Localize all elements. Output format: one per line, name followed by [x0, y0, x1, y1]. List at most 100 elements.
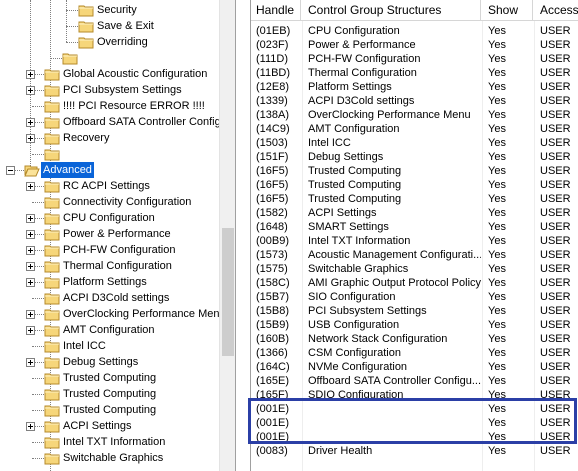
collapse-icon[interactable]	[6, 166, 15, 175]
tree-item[interactable]: AMT Configuration	[0, 322, 219, 338]
tree-item[interactable]: Intel ICC	[0, 338, 219, 354]
access-cell: USER	[540, 207, 571, 219]
tree-item[interactable]: Offboard SATA Controller Configu	[0, 114, 227, 130]
tree-item[interactable]: Platform Settings	[0, 274, 219, 290]
tree-item[interactable]: Thermal Configuration	[0, 258, 219, 274]
table-row[interactable]: (16F5) Trusted Computing Yes USER	[251, 192, 578, 206]
table-row[interactable]: (1648) SMART Settings Yes USER	[251, 220, 578, 234]
tree-item[interactable]: !!!! PCI Resource ERROR !!!!	[0, 98, 219, 114]
tree-item-label: Save & Exit	[97, 20, 154, 32]
tree-item[interactable]	[0, 146, 219, 162]
expand-icon[interactable]	[26, 262, 35, 271]
table-row[interactable]: (00B9) Intel TXT Information Yes USER	[251, 234, 578, 248]
table-row[interactable]: (1582) ACPI Settings Yes USER	[251, 206, 578, 220]
show-cell: Yes	[488, 165, 506, 177]
expand-icon[interactable]	[26, 358, 35, 367]
tree-item[interactable]: Global Acoustic Configuration	[0, 66, 219, 82]
folder-icon	[44, 244, 60, 257]
tree-item[interactable]: Recovery	[0, 130, 219, 146]
table-row[interactable]: (023F) Power & Performance Yes USER	[251, 38, 578, 52]
expand-icon[interactable]	[26, 182, 35, 191]
table-row[interactable]: (16F5) Trusted Computing Yes USER	[251, 164, 578, 178]
expand-icon[interactable]	[26, 230, 35, 239]
table-row[interactable]: (160B) Network Stack Configuration Yes USER	[251, 332, 578, 346]
tree-item[interactable]: Security	[0, 2, 219, 18]
access-cell: USER	[540, 95, 571, 107]
table-row[interactable]: (138A) OverClocking Performance Menu Yes US…	[251, 108, 578, 122]
table-row[interactable]: (15B7) SIO Configuration Yes USER	[251, 290, 578, 304]
table-row[interactable]: (1573) Acoustic Management Configurati...…	[251, 248, 578, 262]
table-row[interactable]: (001E) Yes USER	[251, 402, 578, 416]
tree-item[interactable]: Trusted Computing	[0, 386, 219, 402]
table-row[interactable]: (1575) Switchable Graphics Yes USER	[251, 262, 578, 276]
expand-icon[interactable]	[26, 134, 35, 143]
folder-icon	[62, 52, 78, 65]
tree-item[interactable]: Switchable Graphics	[0, 450, 219, 466]
expand-icon[interactable]	[26, 310, 35, 319]
table-row[interactable]: (1503) Intel ICC Yes USER	[251, 136, 578, 150]
table-row[interactable]: (12E8) Platform Settings Yes USER	[251, 80, 578, 94]
expand-icon[interactable]	[26, 70, 35, 79]
tree-scrollbar[interactable]	[219, 0, 235, 471]
tree-item[interactable]: Intel TXT Information	[0, 434, 219, 450]
tree-item[interactable]: CPU Configuration	[0, 210, 219, 226]
tree-scrollbar-thumb[interactable]	[222, 228, 234, 356]
table-row[interactable]: (001E) Yes USER	[251, 416, 578, 430]
column-header-show[interactable]: Show	[483, 0, 533, 21]
tree-item[interactable]: Debug Settings	[0, 354, 219, 370]
table-row[interactable]: (001E) Yes USER	[251, 430, 578, 444]
table-row[interactable]: (15B9) USB Configuration Yes USER	[251, 318, 578, 332]
structure-cell: Intel TXT Information	[308, 235, 411, 247]
tree-item[interactable]: OverClocking Performance Menu	[0, 306, 226, 322]
tree-item[interactable]: ACPI Settings	[0, 418, 219, 434]
tree-item[interactable]: Trusted Computing	[0, 370, 219, 386]
tree-item[interactable]: Overriding	[0, 34, 219, 50]
tree-item[interactable]: RC ACPI Settings	[0, 178, 219, 194]
column-header-structures[interactable]: Control Group Structures	[303, 0, 481, 21]
expand-icon[interactable]	[26, 118, 35, 127]
table-row[interactable]: (158C) AMI Graphic Output Protocol Policy…	[251, 276, 578, 290]
tree-item-label	[79, 50, 83, 66]
table-row[interactable]: (15B8) PCI Subsystem Settings Yes USER	[251, 304, 578, 318]
tree-item[interactable]: Trusted Computing	[0, 402, 219, 418]
folder-icon	[44, 84, 60, 97]
tree-item[interactable]: Power & Performance	[0, 226, 219, 242]
table-row[interactable]: (165E) Offboard SATA Controller Configu..…	[251, 374, 578, 388]
show-cell: Yes	[488, 431, 506, 443]
column-header-handle[interactable]: Handle	[251, 0, 301, 21]
expand-icon[interactable]	[26, 246, 35, 255]
tree-item[interactable]: Save & Exit	[0, 18, 219, 34]
table-header: Handle Control Group Structures Show Acc…	[251, 0, 578, 21]
table-row[interactable]: (14C9) AMT Configuration Yes USER	[251, 122, 578, 136]
handle-cell: (1648)	[256, 221, 288, 233]
tree-item[interactable]	[0, 50, 219, 66]
show-cell: Yes	[488, 207, 506, 219]
access-cell: USER	[540, 417, 571, 429]
table-row[interactable]: (01EB) CPU Configuration Yes USER	[251, 24, 578, 38]
tree-item[interactable]: ACPI D3Cold settings	[0, 290, 219, 306]
folder-icon	[44, 420, 60, 433]
tree-item[interactable]: PCH-FW Configuration	[0, 242, 219, 258]
table-row[interactable]: (1366) CSM Configuration Yes USER	[251, 346, 578, 360]
table-row[interactable]: (165F) SDIO Configuration Yes USER	[251, 388, 578, 402]
access-cell: USER	[540, 249, 571, 261]
column-header-access[interactable]: Access/	[535, 0, 578, 21]
expand-icon[interactable]	[26, 422, 35, 431]
expand-icon[interactable]	[26, 214, 35, 223]
access-cell: USER	[540, 305, 571, 317]
expand-icon[interactable]	[26, 278, 35, 287]
tree-item[interactable]: Connectivity Configuration	[0, 194, 219, 210]
expand-icon[interactable]	[26, 86, 35, 95]
table-row[interactable]: (11BD) Thermal Configuration Yes USER	[251, 66, 578, 80]
table-row[interactable]: (0083) Driver Health Yes USER	[251, 444, 578, 458]
table-row[interactable]: (1339) ACPI D3Cold settings Yes USER	[251, 94, 578, 108]
table-row[interactable]: (111D) PCH-FW Configuration Yes USER	[251, 52, 578, 66]
table-row[interactable]: (16F5) Trusted Computing Yes USER	[251, 178, 578, 192]
structure-cell: Platform Settings	[308, 81, 392, 93]
handle-cell: (023F)	[256, 39, 289, 51]
table-row[interactable]: (164C) NVMe Configuration Yes USER	[251, 360, 578, 374]
tree-item[interactable]: Advanced	[0, 162, 219, 178]
expand-icon[interactable]	[26, 326, 35, 335]
table-row[interactable]: (151F) Debug Settings Yes USER	[251, 150, 578, 164]
tree-item[interactable]: PCI Subsystem Settings	[0, 82, 219, 98]
